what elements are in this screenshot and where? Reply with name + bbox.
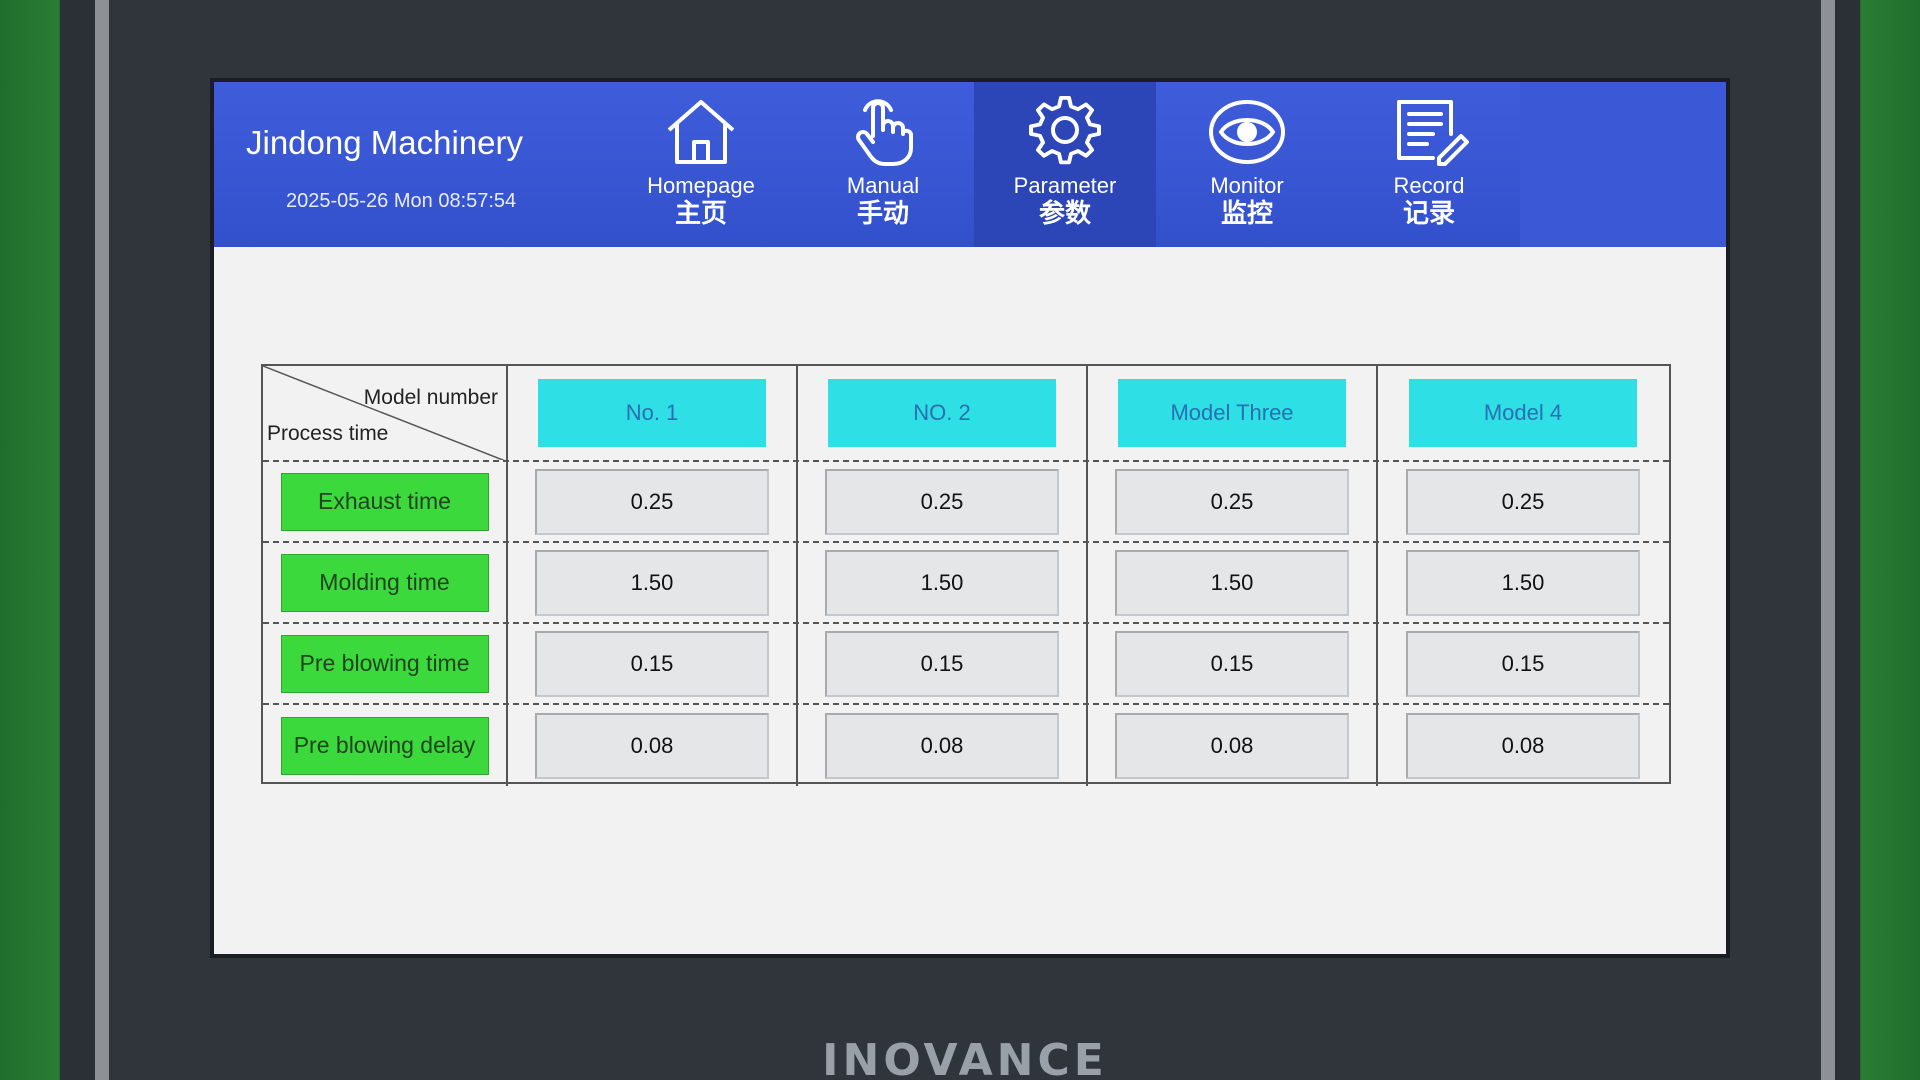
table-row: Pre blowing delay 0.08 0.08 0.08 0.08 — [263, 705, 1669, 786]
pre-blowing-time-label: Pre blowing time — [280, 634, 489, 693]
device-brand-logo: INOVANCE — [822, 1035, 1108, 1080]
pre-blowing-delay-model-4-input[interactable]: 0.08 — [1406, 712, 1640, 779]
nav-parameter-label-zh: 参数 — [1038, 198, 1091, 228]
table-row: Pre blowing time 0.15 0.15 0.15 0.15 — [263, 624, 1669, 705]
pre-blowing-time-model-4-input[interactable]: 0.15 — [1406, 630, 1640, 697]
exhaust-time-model-3-input[interactable]: 0.25 — [1115, 468, 1349, 535]
nav-monitor-label: Monitor — [1210, 173, 1284, 198]
hand-pointer-icon — [856, 99, 913, 166]
hmi-screen: Jindong Machinery 2025-05-26 Mon 08:57:5… — [210, 78, 1730, 958]
molding-time-model-3-input[interactable]: 1.50 — [1115, 549, 1349, 616]
molding-time-model-1-input[interactable]: 1.50 — [535, 549, 769, 616]
nav-record-button[interactable]: Record 记录 — [1338, 82, 1520, 247]
pre-blowing-time-model-1-input[interactable]: 0.15 — [535, 630, 769, 697]
gear-icon — [1029, 96, 1101, 165]
nav-record-label-zh: 记录 — [1402, 198, 1455, 228]
nav-monitor-button[interactable]: Monitor 监控 — [1156, 82, 1338, 247]
molding-time-label: Molding time — [280, 553, 489, 612]
table-row: Exhaust time 0.25 0.25 0.25 0.25 — [263, 462, 1669, 543]
molding-time-model-4-input[interactable]: 1.50 — [1406, 549, 1640, 616]
model-3-button[interactable]: Model Three — [1118, 379, 1346, 447]
table-header-row: Model number Process time No. 1 NO. 2 Mo… — [263, 366, 1669, 462]
nav-homepage-label-zh: 主页 — [674, 198, 727, 228]
model-4-button[interactable]: Model 4 — [1409, 379, 1637, 447]
nav-manual-label: Manual — [846, 173, 920, 198]
company-name: Jindong Machinery — [246, 124, 523, 161]
model-2-button[interactable]: NO. 2 — [828, 379, 1056, 447]
pre-blowing-time-model-2-input[interactable]: 0.15 — [825, 630, 1059, 697]
exhaust-time-model-1-input[interactable]: 0.25 — [535, 468, 769, 535]
pre-blowing-time-model-3-input[interactable]: 0.15 — [1115, 630, 1349, 697]
model-number-header: Model number — [363, 386, 498, 409]
nav-monitor-label-zh: 监控 — [1220, 198, 1273, 228]
nav-homepage-button[interactable]: Homepage 主页 — [610, 82, 792, 247]
pre-blowing-delay-model-1-input[interactable]: 0.08 — [535, 712, 769, 779]
table-corner-cell: Model number Process time — [263, 366, 508, 460]
document-edit-icon — [1397, 100, 1469, 166]
header-filler — [1520, 82, 1726, 247]
header-bar: Jindong Machinery 2025-05-26 Mon 08:57:5… — [214, 82, 1726, 247]
exhaust-time-model-4-input[interactable]: 0.25 — [1406, 468, 1640, 535]
parameter-table: Model number Process time No. 1 NO. 2 Mo… — [261, 364, 1671, 786]
molding-time-model-2-input[interactable]: 1.50 — [825, 549, 1059, 616]
nav-parameter-button[interactable]: Parameter 参数 — [974, 82, 1156, 247]
company-block: Jindong Machinery 2025-05-26 Mon 08:57:5… — [214, 82, 610, 247]
datetime-display: 2025-05-26 Mon 08:57:54 — [286, 190, 517, 212]
process-time-header: Process time — [267, 422, 389, 445]
nav-parameter-label: Parameter — [1013, 173, 1117, 198]
home-icon — [667, 100, 735, 164]
pre-blowing-delay-model-2-input[interactable]: 0.08 — [825, 712, 1059, 779]
nav-manual-button[interactable]: Manual 手动 — [792, 82, 974, 247]
table-row: Molding time 1.50 1.50 1.50 1.50 — [263, 543, 1669, 624]
exhaust-time-label: Exhaust time — [280, 472, 489, 531]
nav-homepage-label: Homepage — [647, 173, 755, 198]
eye-icon — [1209, 100, 1285, 164]
nav-record-label: Record — [1393, 173, 1465, 198]
pre-blowing-delay-label: Pre blowing delay — [280, 716, 489, 775]
nav-manual-label-zh: 手动 — [856, 198, 909, 228]
pre-blowing-delay-model-3-input[interactable]: 0.08 — [1115, 712, 1349, 779]
model-1-button[interactable]: No. 1 — [538, 379, 766, 447]
main-nav: Homepage 主页 Manual 手动 Parameter 参数 Monit… — [610, 82, 1520, 247]
exhaust-time-model-2-input[interactable]: 0.25 — [825, 468, 1059, 535]
